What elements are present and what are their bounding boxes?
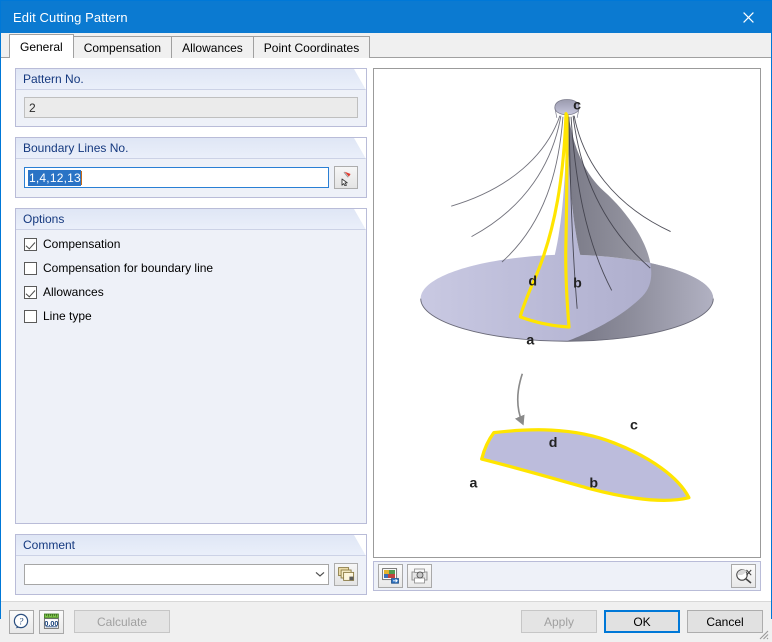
graphic-toolbar bbox=[373, 560, 761, 591]
tab-general[interactable]: General bbox=[9, 34, 74, 58]
render-image-glyph bbox=[381, 567, 399, 584]
label-flat-b: b bbox=[589, 476, 598, 492]
units-glyph: 0.00 bbox=[43, 613, 59, 629]
ok-button[interactable]: OK bbox=[604, 610, 680, 634]
option-compensation-label: Compensation bbox=[43, 237, 121, 251]
cancel-button[interactable]: Cancel bbox=[687, 610, 763, 634]
comment-caption: Comment bbox=[16, 534, 366, 556]
cutting-pattern-illustration: c d b a c d b a bbox=[420, 98, 714, 502]
label-3d-d: d bbox=[528, 273, 537, 289]
help-icon[interactable]: ? bbox=[9, 609, 34, 634]
pattern-no-row bbox=[24, 97, 358, 118]
tab-compensation[interactable]: Compensation bbox=[72, 36, 173, 58]
comment-combobox[interactable] bbox=[24, 563, 329, 585]
option-compensation-checkbox[interactable] bbox=[24, 237, 37, 251]
option-line-type-checkbox[interactable] bbox=[24, 309, 37, 323]
resize-grip-icon[interactable] bbox=[757, 628, 769, 640]
pattern-no-group: Pattern No. bbox=[15, 68, 367, 127]
zoom-pan-icon[interactable] bbox=[731, 563, 756, 588]
chevron-down-glyph bbox=[315, 571, 324, 577]
text-caret bbox=[80, 170, 82, 185]
graphic-panel: c d b a c d b a bbox=[367, 58, 771, 601]
boundary-lines-body: 1,4,12,13 bbox=[16, 159, 366, 197]
units-icon[interactable]: 0.00 bbox=[39, 609, 64, 634]
calculate-button[interactable]: Calculate bbox=[74, 610, 170, 634]
svg-text:?: ? bbox=[19, 618, 24, 628]
title-bar: Edit Cutting Pattern bbox=[1, 1, 771, 33]
option-line-type-label: Line type bbox=[43, 309, 92, 323]
pick-cursor-icon[interactable] bbox=[334, 166, 358, 189]
boundary-lines-row: 1,4,12,13 bbox=[24, 166, 358, 189]
option-compensation-boundary-line[interactable]: Compensation for boundary line bbox=[24, 261, 358, 275]
close-icon[interactable] bbox=[725, 1, 771, 33]
unroll-arrow-icon bbox=[514, 373, 525, 426]
edit-cutting-pattern-dialog: Edit Cutting Pattern General Compensatio… bbox=[0, 0, 772, 642]
label-flat-a: a bbox=[469, 476, 477, 492]
chevron-down-icon[interactable] bbox=[311, 565, 328, 584]
close-glyph bbox=[742, 11, 754, 23]
left-panel: Pattern No. Boundary Lines No. 1,4,12,13 bbox=[1, 58, 367, 601]
label-3d-c: c bbox=[573, 98, 581, 114]
dialog-footer: ? 0.00 Calculate Apply OK Cancel bbox=[1, 601, 771, 642]
render-image-icon[interactable] bbox=[378, 563, 403, 588]
options-body: Compensation Compensation for boundary l… bbox=[16, 230, 366, 523]
option-allowances-label: Allowances bbox=[43, 285, 104, 299]
label-3d-b: b bbox=[573, 275, 582, 291]
pick-cursor-glyph bbox=[341, 171, 351, 186]
option-allowances[interactable]: Allowances bbox=[24, 285, 358, 299]
boundary-lines-caption: Boundary Lines No. bbox=[16, 138, 366, 159]
tab-point-coordinates[interactable]: Point Coordinates bbox=[252, 36, 371, 58]
label-flat-c: c bbox=[630, 418, 638, 434]
boundary-lines-input[interactable]: 1,4,12,13 bbox=[24, 167, 329, 188]
print-preview-icon[interactable] bbox=[407, 563, 432, 588]
pattern-no-input[interactable] bbox=[24, 97, 358, 118]
comment-body bbox=[16, 556, 366, 594]
mesh-lines-light bbox=[451, 115, 564, 263]
comment-group: Comment bbox=[15, 533, 367, 595]
flat-pattern-shape: c d b a bbox=[469, 418, 691, 502]
option-line-type[interactable]: Line type bbox=[24, 309, 358, 323]
copy-layers-icon[interactable] bbox=[334, 562, 358, 586]
option-allowances-checkbox[interactable] bbox=[24, 285, 37, 299]
tab-allowances[interactable]: Allowances bbox=[171, 36, 254, 58]
options-caption: Options bbox=[16, 209, 366, 230]
boundary-lines-value: 1,4,12,13 bbox=[28, 169, 81, 186]
option-compensation[interactable]: Compensation bbox=[24, 237, 358, 251]
pattern-no-caption: Pattern No. bbox=[16, 69, 366, 90]
pattern-no-body bbox=[16, 90, 366, 126]
dialog-content: Pattern No. Boundary Lines No. 1,4,12,13 bbox=[1, 58, 771, 602]
label-3d-a: a bbox=[526, 332, 534, 348]
option-compensation-boundary-line-checkbox[interactable] bbox=[24, 261, 37, 275]
label-flat-d: d bbox=[549, 435, 558, 451]
copy-layers-glyph bbox=[337, 566, 354, 581]
help-glyph: ? bbox=[13, 613, 29, 629]
comment-row bbox=[24, 562, 358, 586]
zoom-pan-glyph bbox=[735, 568, 752, 584]
apply-button[interactable]: Apply bbox=[521, 610, 597, 634]
options-group: Options Compensation Compensation for bo… bbox=[15, 208, 367, 524]
print-preview-glyph bbox=[411, 568, 427, 583]
boundary-lines-group: Boundary Lines No. 1,4,12,13 bbox=[15, 137, 367, 198]
option-compensation-boundary-line-label: Compensation for boundary line bbox=[43, 261, 214, 275]
window-title: Edit Cutting Pattern bbox=[13, 9, 128, 25]
funnel-3d-shape: c d b a bbox=[420, 98, 714, 348]
graphic-viewport[interactable]: c d b a c d b a bbox=[373, 68, 761, 558]
tab-strip: General Compensation Allowances Point Co… bbox=[1, 33, 771, 58]
